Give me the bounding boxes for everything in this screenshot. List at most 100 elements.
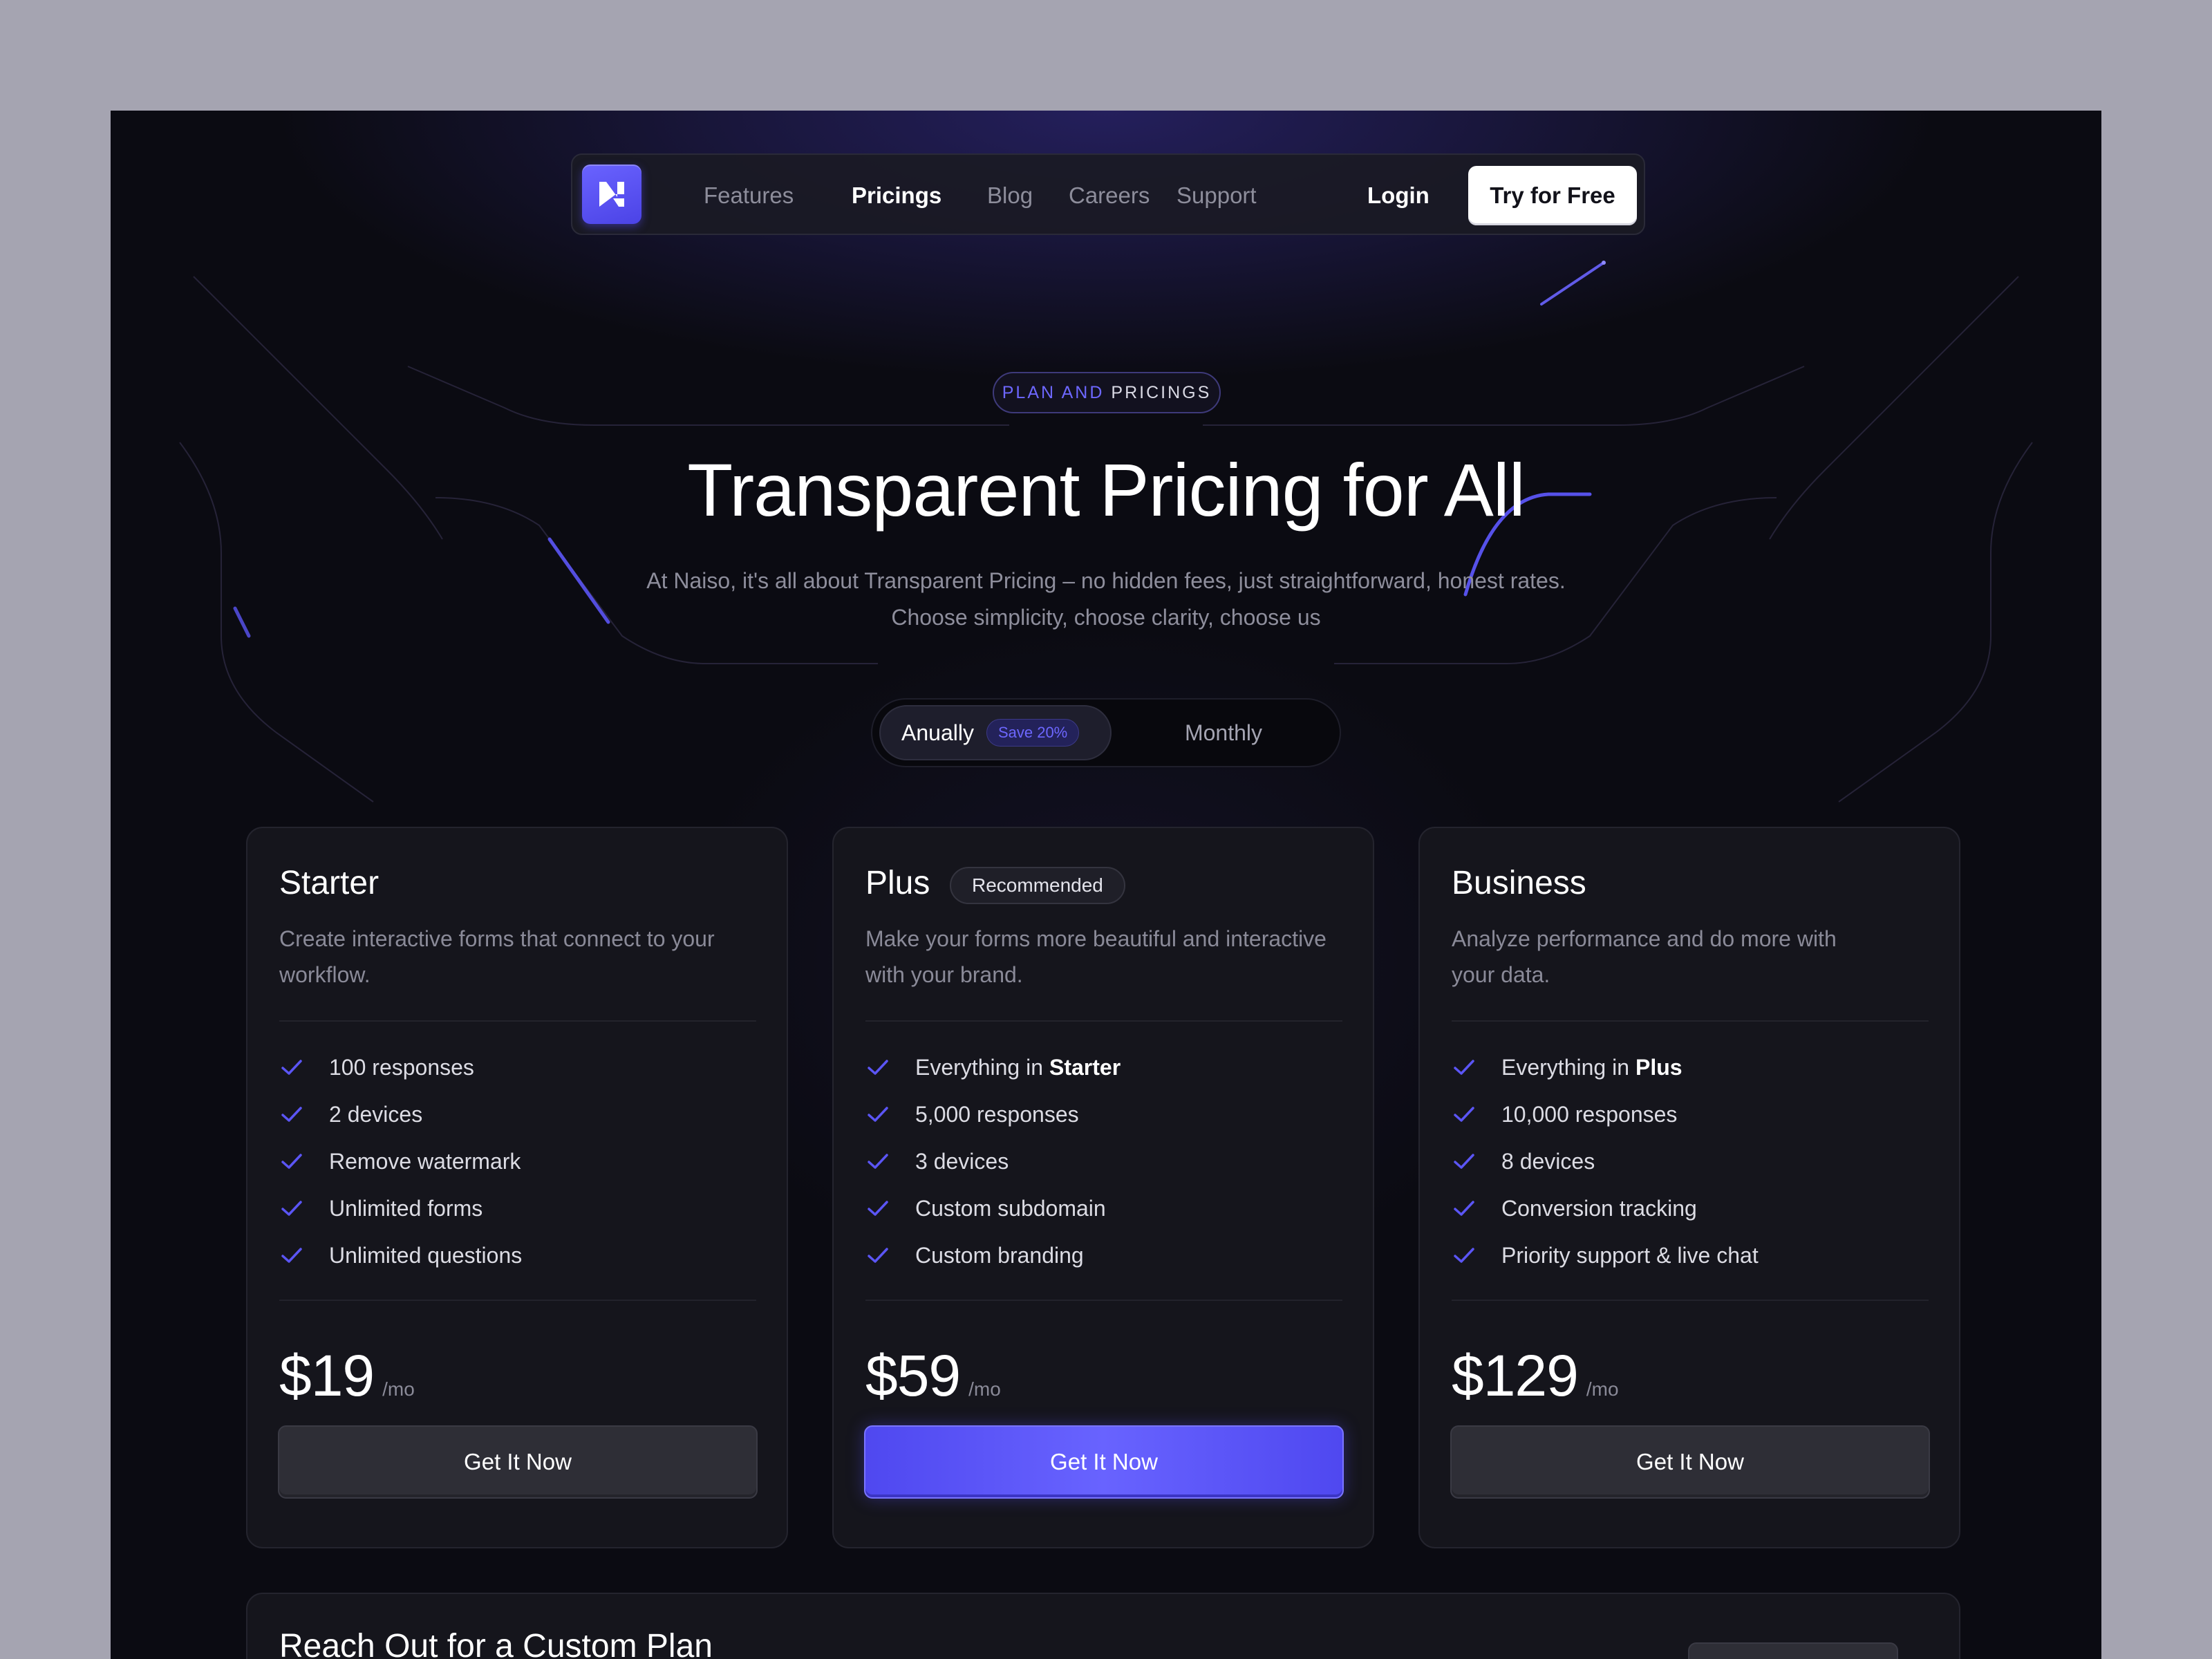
check-icon [281,1248,302,1263]
feature-text: Conversion tracking [1501,1195,1697,1221]
feature-item: 10,000 responses [1452,1091,1929,1138]
divider [279,1300,756,1301]
feature-item: Unlimited forms [279,1185,756,1232]
get-it-now-button[interactable]: Get It Now [1450,1425,1930,1499]
feature-item: Custom branding [865,1232,1342,1279]
n-logo-icon[interactable] [582,165,641,224]
check-icon [281,1154,302,1169]
badge-text: PRICINGS [1111,382,1212,402]
feature-item: Conversion tracking [1452,1185,1929,1232]
subtitle-line-2: Choose simplicity, choose clarity, choos… [891,605,1321,630]
page-title: Transparent Pricing for All [687,448,1526,532]
price-period: /mo [382,1378,415,1400]
feature-item: Custom subdomain [865,1185,1342,1232]
toggle-annual-option[interactable]: Anually Save 20% [879,705,1112,760]
plan-name: Business [1452,865,1586,901]
plan-description: Create interactive forms that connect to… [279,926,715,987]
nav-link-features[interactable]: Features [704,155,794,236]
page-subtitle: At Naiso, it's all about Transparent Pri… [111,563,2101,636]
check-icon [281,1060,302,1075]
check-icon [1454,1154,1474,1169]
feature-text: 3 devices [915,1148,1009,1174]
check-icon [868,1154,888,1169]
price-period: /mo [1586,1378,1619,1400]
check-icon [281,1201,302,1216]
feature-list: 100 responses 2 devices Remove watermark… [279,1044,756,1279]
annual-label: Anually [901,720,974,745]
check-icon [1454,1060,1474,1075]
feature-item: Remove watermark [279,1138,756,1185]
get-it-now-button[interactable]: Get It Now [278,1425,758,1499]
custom-plan-card: Reach Out for a Custom Plan [246,1593,1960,1659]
price-row: $19 /mo [279,1342,415,1409]
feature-item: Priority support & live chat [1452,1232,1929,1279]
check-icon [868,1201,888,1216]
plan-name: Starter [279,865,379,901]
price-row: $129 /mo [1452,1342,1619,1409]
feature-text: Everything in [1501,1054,1629,1080]
plan-price: $19 [279,1343,375,1408]
nav-link-support[interactable]: Support [1177,155,1257,236]
plan-description: Analyze performance and do more with you… [1452,926,1837,987]
login-link[interactable]: Login [1367,155,1430,236]
nav-link-careers[interactable]: Careers [1069,155,1150,236]
recommended-badge: Recommended [950,867,1125,904]
nav-link-blog[interactable]: Blog [987,155,1033,236]
plan-card-business: Business Analyze performance and do more… [1418,827,1960,1548]
divider [865,1300,1342,1301]
plan-card-starter: Starter Create interactive forms that co… [246,827,788,1548]
plan-price: $59 [865,1343,961,1408]
feature-item: Everything in Starter [865,1044,1342,1091]
check-icon [868,1248,888,1263]
badge-accent-text: PLAN AND [1002,382,1105,402]
feature-item: 100 responses [279,1044,756,1091]
feature-text: Custom branding [915,1242,1084,1268]
page-frame: Features Pricings Blog Careers Support L… [111,111,2101,1659]
check-icon [868,1060,888,1075]
plan-card-plus: Plus Recommended Make your forms more be… [832,827,1374,1548]
plan-name: Plus [865,865,930,901]
plan-description: Make your forms more beautiful and inter… [865,926,1327,987]
plan-badge: PLAN AND PRICINGS [993,372,1221,413]
divider [279,1020,756,1022]
check-icon [1454,1107,1474,1122]
feature-item: 2 devices [279,1091,756,1138]
feature-item: 3 devices [865,1138,1342,1185]
feature-text: 8 devices [1501,1148,1595,1174]
feature-text: Everything in [915,1054,1043,1080]
try-for-free-button[interactable]: Try for Free [1468,166,1637,225]
feature-bold-text: Starter [1049,1054,1121,1080]
feature-text: Unlimited questions [329,1242,523,1268]
check-icon [281,1107,302,1122]
nav-link-pricings[interactable]: Pricings [852,155,941,236]
feature-item: 5,000 responses [865,1091,1342,1138]
feature-text: Priority support & live chat [1501,1242,1759,1268]
feature-text: Remove watermark [329,1148,521,1174]
feature-text: 2 devices [329,1101,423,1127]
feature-list: Everything in Plus 10,000 responses 8 dev… [1452,1044,1929,1279]
feature-text: 100 responses [329,1054,474,1080]
custom-plan-title: Reach Out for a Custom Plan [279,1628,713,1659]
price-period: /mo [968,1378,1001,1400]
billing-toggle: Anually Save 20% Monthly [871,698,1341,767]
divider [1452,1300,1929,1301]
divider [865,1020,1342,1022]
check-icon [1454,1201,1474,1216]
feature-text: Custom subdomain [915,1195,1106,1221]
feature-text: Unlimited forms [329,1195,483,1221]
feature-bold-text: Plus [1635,1054,1683,1080]
feature-item: 8 devices [1452,1138,1929,1185]
price-row: $59 /mo [865,1342,1001,1409]
get-it-now-button[interactable]: Get It Now [864,1425,1344,1499]
custom-plan-button[interactable] [1688,1642,1898,1659]
feature-item: Everything in Plus [1452,1044,1929,1091]
toggle-monthly-option[interactable]: Monthly [1112,705,1335,760]
feature-text: 5,000 responses [915,1101,1079,1127]
feature-text: 10,000 responses [1501,1101,1678,1127]
feature-list: Everything in Starter 5,000 responses 3 d… [865,1044,1342,1279]
save-badge: Save 20% [986,719,1080,747]
check-icon [1454,1248,1474,1263]
feature-item: Unlimited questions [279,1232,756,1279]
check-icon [868,1107,888,1122]
divider [1452,1020,1929,1022]
